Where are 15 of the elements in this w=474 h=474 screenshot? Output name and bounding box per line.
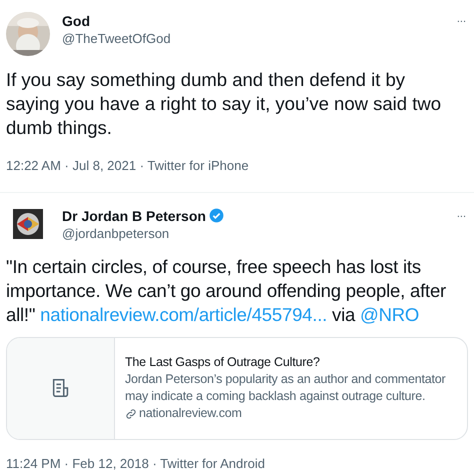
card-domain: nationalreview.com bbox=[139, 405, 242, 422]
card-description: Jordan Peterson’s popularity as an author and commentator may indicate a coming backlash against outrage culture. bbox=[125, 371, 447, 405]
tweet-timestamp[interactable]: 11:24 PM · Feb 12, 2018 · Twitter for Android bbox=[6, 454, 468, 473]
more-menu[interactable]: ... bbox=[456, 10, 468, 25]
more-menu[interactable]: ... bbox=[456, 204, 468, 220]
tweet-text: If you say something dumb and then defend it by saying you have a right to say it, you’ve now said two dumb things. bbox=[6, 68, 442, 140]
link-card[interactable]: The Last Gasps of Outrage Culture? Jordan Peterson’s popularity as an author and commentator may indicate a coming backlash against outrage culture. nationalreview.com bbox=[6, 336, 468, 440]
card-title: The Last Gasps of Outrage Culture? bbox=[125, 354, 321, 371]
tweet-text: "In certain circles, of course, free speech has lost its importance. We can’t go around offending people, after all!" nationalreview.com/article/455794... via @NRO bbox=[6, 254, 448, 326]
link-icon bbox=[125, 408, 137, 420]
author-name[interactable]: God bbox=[62, 12, 90, 30]
tweet-timestamp[interactable]: 12:22 AM · Jul 8, 2021 · Twitter for iPhone bbox=[6, 156, 468, 176]
author-handle[interactable]: @TheTweetOfGod bbox=[62, 30, 445, 48]
author-name[interactable]: Dr Jordan B Peterson bbox=[62, 206, 206, 224]
author-handle[interactable]: @jordanbpeterson bbox=[62, 224, 445, 242]
